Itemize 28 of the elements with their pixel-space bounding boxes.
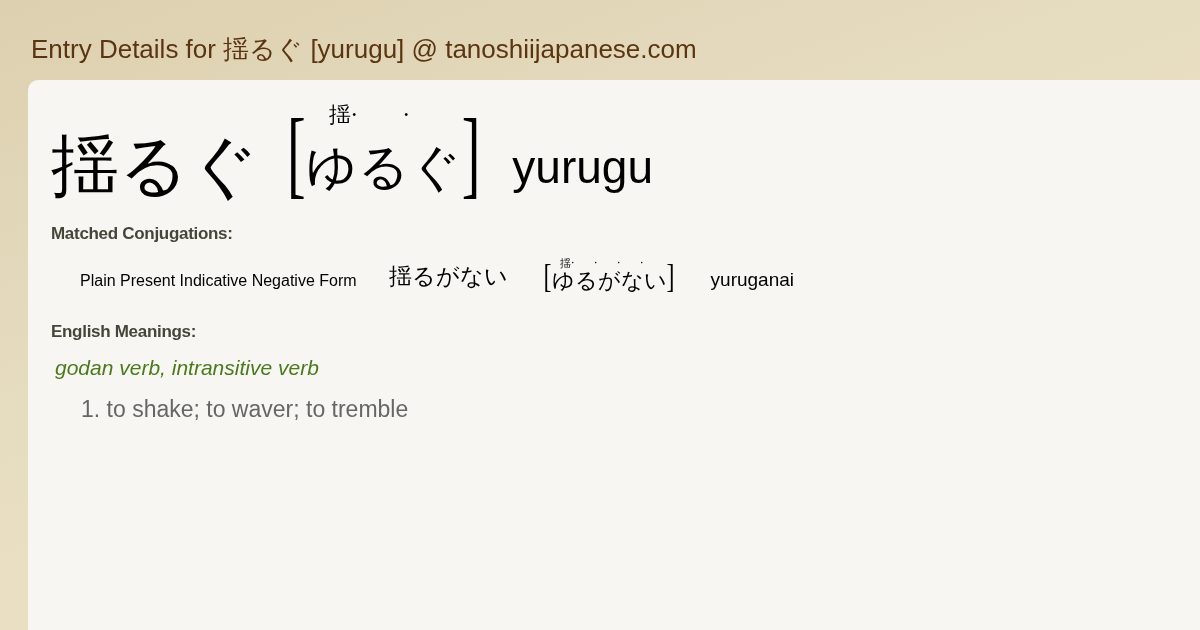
kana: い — [643, 268, 667, 293]
section-heading: English Meanings: — [51, 322, 198, 342]
kana: ぐ — [410, 138, 462, 196]
kana: ゆ — [551, 268, 575, 293]
headword: 揺るぐ — [51, 132, 259, 200]
kana: が — [597, 268, 621, 293]
kana: る — [358, 138, 410, 196]
kana: ゆ — [306, 138, 358, 196]
meaning: 1. to shake; to waver; to tremble — [81, 396, 410, 423]
bracket: [ — [287, 104, 306, 202]
section-heading: Matched Conjugations: — [51, 224, 234, 244]
romaji: yuruganai — [710, 269, 795, 291]
furigana-mark: · — [594, 258, 598, 269]
furigana-mark: 揺· — [328, 104, 358, 126]
kana: る — [574, 268, 598, 293]
bracket: ] — [461, 104, 481, 202]
romaji: yurugu — [512, 140, 653, 194]
page-title: Entry Details for 揺るぐ [yurugu] @ tanoshiijapanese.com — [30, 33, 698, 66]
bracket: [ — [543, 259, 552, 293]
conjugated-word: 揺るがない — [388, 262, 508, 291]
furigana-mark: · — [617, 258, 621, 269]
conjugation-form: Plain Present Indicative Negative Form — [80, 272, 357, 290]
furigana-mark: · — [402, 104, 410, 126]
furigana-mark: 揺· — [560, 258, 575, 269]
part-of-speech: godan verb, intransitive verb — [55, 356, 320, 380]
kana: な — [620, 268, 644, 293]
furigana-mark: · — [640, 258, 644, 269]
bracket: ] — [666, 259, 675, 293]
